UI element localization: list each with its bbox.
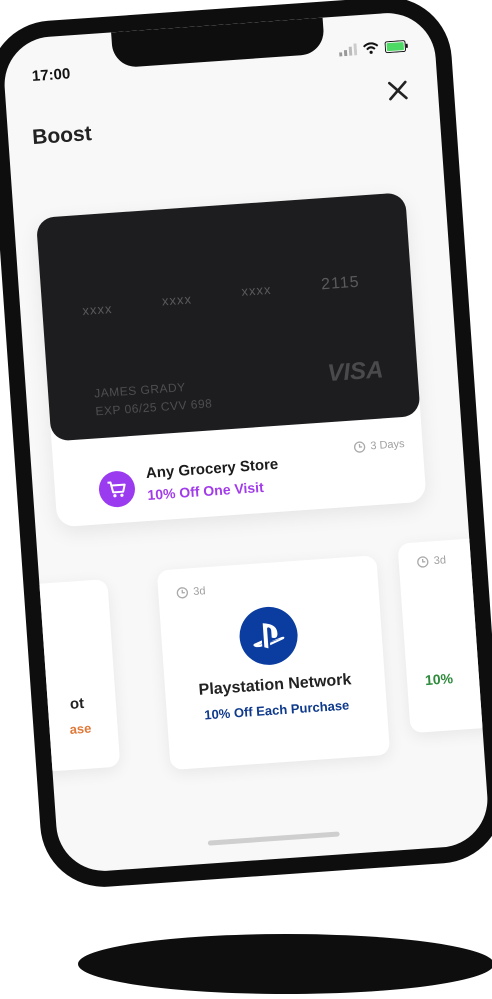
phone-frame: 17:00 Boost xxxx xxxx xxxx 2115 JAMES GR… — [0, 0, 492, 892]
offer-card-right[interactable]: 3d 10% — [397, 535, 491, 734]
offer-card-left[interactable]: ot ase — [1, 579, 121, 776]
offer-right-days: 3d — [433, 554, 447, 568]
credit-card[interactable]: xxxx xxxx xxxx 2115 JAMES GRADY EXP 06/2… — [35, 192, 421, 442]
card-last4: 2115 — [320, 273, 361, 294]
featured-store-name: Any Grocery Store — [145, 455, 279, 483]
offer-main-days: 3d — [192, 585, 206, 599]
offer-main-expiry: 3d — [176, 585, 206, 599]
playstation-logo-icon — [237, 604, 300, 667]
card-holder-name: JAMES GRADY — [93, 380, 187, 401]
battery-icon — [384, 40, 408, 54]
featured-offer-expiry: 3 Days — [353, 438, 405, 454]
app-screen: 17:00 Boost xxxx xxxx xxxx 2115 JAMES GR… — [1, 9, 491, 875]
signal-icon — [339, 43, 358, 57]
status-icons — [339, 40, 410, 57]
offer-right-discount: 10% — [424, 670, 454, 689]
clock-icon — [353, 441, 366, 453]
card-number-mask-1: xxxx — [81, 301, 113, 319]
close-icon[interactable] — [383, 76, 413, 106]
phone-notch — [111, 17, 326, 69]
cart-icon — [97, 469, 137, 509]
featured-offer-days: 3 Days — [369, 437, 405, 453]
card-number-mask-2: xxxx — [161, 291, 193, 309]
page-title: Boost — [31, 122, 93, 150]
featured-store-offer: 10% Off One Visit — [146, 478, 265, 503]
clock-icon — [417, 556, 429, 568]
status-time: 17:00 — [31, 65, 71, 86]
phone-shadow — [78, 934, 492, 994]
card-number-mask-3: xxxx — [240, 281, 272, 299]
clock-icon — [176, 587, 189, 599]
card-brand-logo: VISA — [326, 356, 385, 388]
card-exp-cvv: EXP 06/25 CVV 698 — [95, 396, 213, 419]
offer-left-title: ot — [69, 694, 85, 713]
offer-card-playstation[interactable]: 3d Playstation Network 10% Off Each Purc… — [156, 555, 391, 771]
wifi-icon — [363, 42, 379, 54]
home-indicator — [207, 831, 340, 846]
offer-left-discount: ase — [69, 720, 92, 737]
boost-card-panel[interactable]: xxxx xxxx xxxx 2115 JAMES GRADY EXP 06/2… — [35, 192, 427, 528]
offer-right-expiry: 3d — [416, 554, 446, 568]
